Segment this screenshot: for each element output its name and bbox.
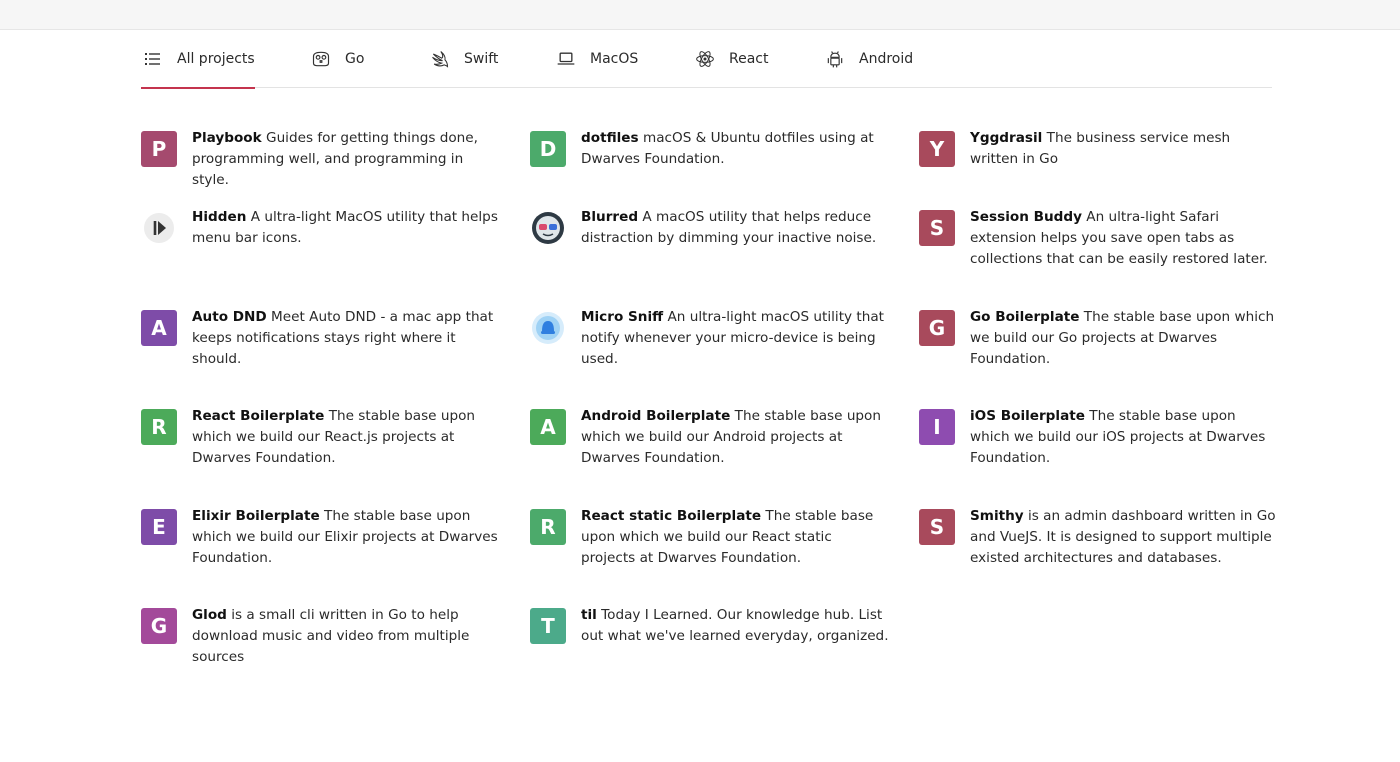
project-item-ios-boilerplate[interactable]: I iOS Boilerplate The stable base upon w… (919, 406, 1279, 469)
project-item-go-boilerplate[interactable]: G Go Boilerplate The stable base upon wh… (919, 307, 1279, 370)
project-name[interactable]: Smithy (970, 508, 1024, 524)
project-name[interactable]: Glod (192, 607, 227, 623)
hidden-logo-icon (141, 210, 177, 246)
browser-top-bar (0, 0, 1400, 30)
project-avatar: A (141, 310, 177, 346)
project-name[interactable]: React static Boilerplate (581, 508, 761, 524)
project-name[interactable]: Elixir Boilerplate (192, 508, 320, 524)
project-name[interactable]: Android Boilerplate (581, 408, 730, 424)
project-item-glod[interactable]: G Glod is a small cli written in Go to h… (141, 605, 501, 668)
project-avatar: S (919, 509, 955, 545)
blurred-logo-icon (530, 210, 566, 246)
project-text: Yggdrasil The business service mesh writ… (970, 128, 1279, 170)
project-avatar: E (141, 509, 177, 545)
project-avatar: T (530, 608, 566, 644)
project-item-react-static-boilerplate[interactable]: R React static Boilerplate The stable ba… (530, 506, 890, 569)
tab-macos[interactable]: MacOS (554, 30, 638, 88)
project-text: Blurred A macOS utility that helps reduc… (581, 207, 890, 249)
micro-sniff-logo-icon (530, 310, 566, 346)
project-text: Auto DND Meet Auto DND - a mac app that … (192, 307, 501, 370)
project-name[interactable]: Auto DND (192, 309, 267, 325)
tab-label: React (729, 51, 769, 67)
project-text: React Boilerplate The stable base upon w… (192, 406, 501, 469)
project-avatar: P (141, 131, 177, 167)
project-text: Hidden A ultra-light MacOS utility that … (192, 207, 501, 249)
project-text: Playbook Guides for getting things done,… (192, 128, 501, 191)
project-text: Smithy is an admin dashboard written in … (970, 506, 1279, 569)
project-name[interactable]: iOS Boilerplate (970, 408, 1085, 424)
tab-label: MacOS (590, 51, 639, 67)
project-item-hidden[interactable]: Hidden A ultra-light MacOS utility that … (141, 207, 501, 249)
project-item-micro-sniff[interactable]: Micro Sniff An ultra-light macOS utility… (530, 307, 890, 370)
project-item-auto-dnd[interactable]: A Auto DND Meet Auto DND - a mac app tha… (141, 307, 501, 370)
project-item-android-boilerplate[interactable]: A Android Boilerplate The stable base up… (530, 406, 890, 469)
project-item-dotfiles[interactable]: D dotfiles macOS & Ubuntu dotfiles using… (530, 128, 890, 170)
swift-icon (428, 47, 452, 71)
android-icon (823, 47, 847, 71)
list-icon (141, 47, 165, 71)
project-item-yggdrasil[interactable]: Y Yggdrasil The business service mesh wr… (919, 128, 1279, 170)
project-avatar: G (919, 310, 955, 346)
laptop-icon (554, 47, 578, 71)
project-avatar: R (141, 409, 177, 445)
project-text: Go Boilerplate The stable base upon whic… (970, 307, 1279, 370)
project-category-tabs: All projects Go Swift MacOS React Androi… (141, 30, 1272, 89)
project-name[interactable]: Session Buddy (970, 209, 1082, 225)
tab-react[interactable]: React (693, 30, 768, 88)
project-item-react-boilerplate[interactable]: R React Boilerplate The stable base upon… (141, 406, 501, 469)
project-avatar: D (530, 131, 566, 167)
project-description: is a small cli written in Go to help dow… (192, 607, 470, 665)
project-text: Session Buddy An ultra-light Safari exte… (970, 207, 1279, 270)
project-avatar: G (141, 608, 177, 644)
project-name[interactable]: Micro Sniff (581, 309, 663, 325)
project-avatar: R (530, 509, 566, 545)
project-name[interactable]: dotfiles (581, 130, 639, 146)
gopher-icon (309, 47, 333, 71)
project-item-til[interactable]: T til Today I Learned. Our knowledge hub… (530, 605, 890, 647)
project-name[interactable]: Playbook (192, 130, 262, 146)
project-avatar: S (919, 210, 955, 246)
project-name[interactable]: React Boilerplate (192, 408, 324, 424)
project-item-elixir-boilerplate[interactable]: E Elixir Boilerplate The stable base upo… (141, 506, 501, 569)
project-item-blurred[interactable]: Blurred A macOS utility that helps reduc… (530, 207, 890, 249)
project-name[interactable]: til (581, 607, 597, 623)
project-name[interactable]: Go Boilerplate (970, 309, 1079, 325)
project-item-smithy[interactable]: S Smithy is an admin dashboard written i… (919, 506, 1279, 569)
tab-go[interactable]: Go (309, 30, 364, 88)
project-avatar: Y (919, 131, 955, 167)
tab-label: Swift (464, 51, 499, 67)
project-avatar: A (530, 409, 566, 445)
project-name[interactable]: Yggdrasil (970, 130, 1042, 146)
project-text: Android Boilerplate The stable base upon… (581, 406, 890, 469)
project-description: Today I Learned. Our knowledge hub. List… (581, 607, 889, 644)
project-text: iOS Boilerplate The stable base upon whi… (970, 406, 1279, 469)
project-text: Micro Sniff An ultra-light macOS utility… (581, 307, 890, 370)
tab-label: Go (345, 51, 365, 67)
project-avatar: I (919, 409, 955, 445)
project-name[interactable]: Hidden (192, 209, 246, 225)
tab-label: Android (859, 51, 914, 67)
tab-swift[interactable]: Swift (428, 30, 498, 88)
project-text: til Today I Learned. Our knowledge hub. … (581, 605, 890, 647)
project-text: Elixir Boilerplate The stable base upon … (192, 506, 501, 569)
project-text: React static Boilerplate The stable base… (581, 506, 890, 569)
project-name[interactable]: Blurred (581, 209, 638, 225)
project-item-playbook[interactable]: P Playbook Guides for getting things don… (141, 128, 501, 191)
tab-all-projects[interactable]: All projects (141, 30, 255, 89)
project-text: Glod is a small cli written in Go to hel… (192, 605, 501, 668)
project-text: dotfiles macOS & Ubuntu dotfiles using a… (581, 128, 890, 170)
react-icon (693, 47, 717, 71)
tab-android[interactable]: Android (823, 30, 913, 88)
tab-label: All projects (177, 51, 255, 67)
project-item-session-buddy[interactable]: S Session Buddy An ultra-light Safari ex… (919, 207, 1279, 270)
